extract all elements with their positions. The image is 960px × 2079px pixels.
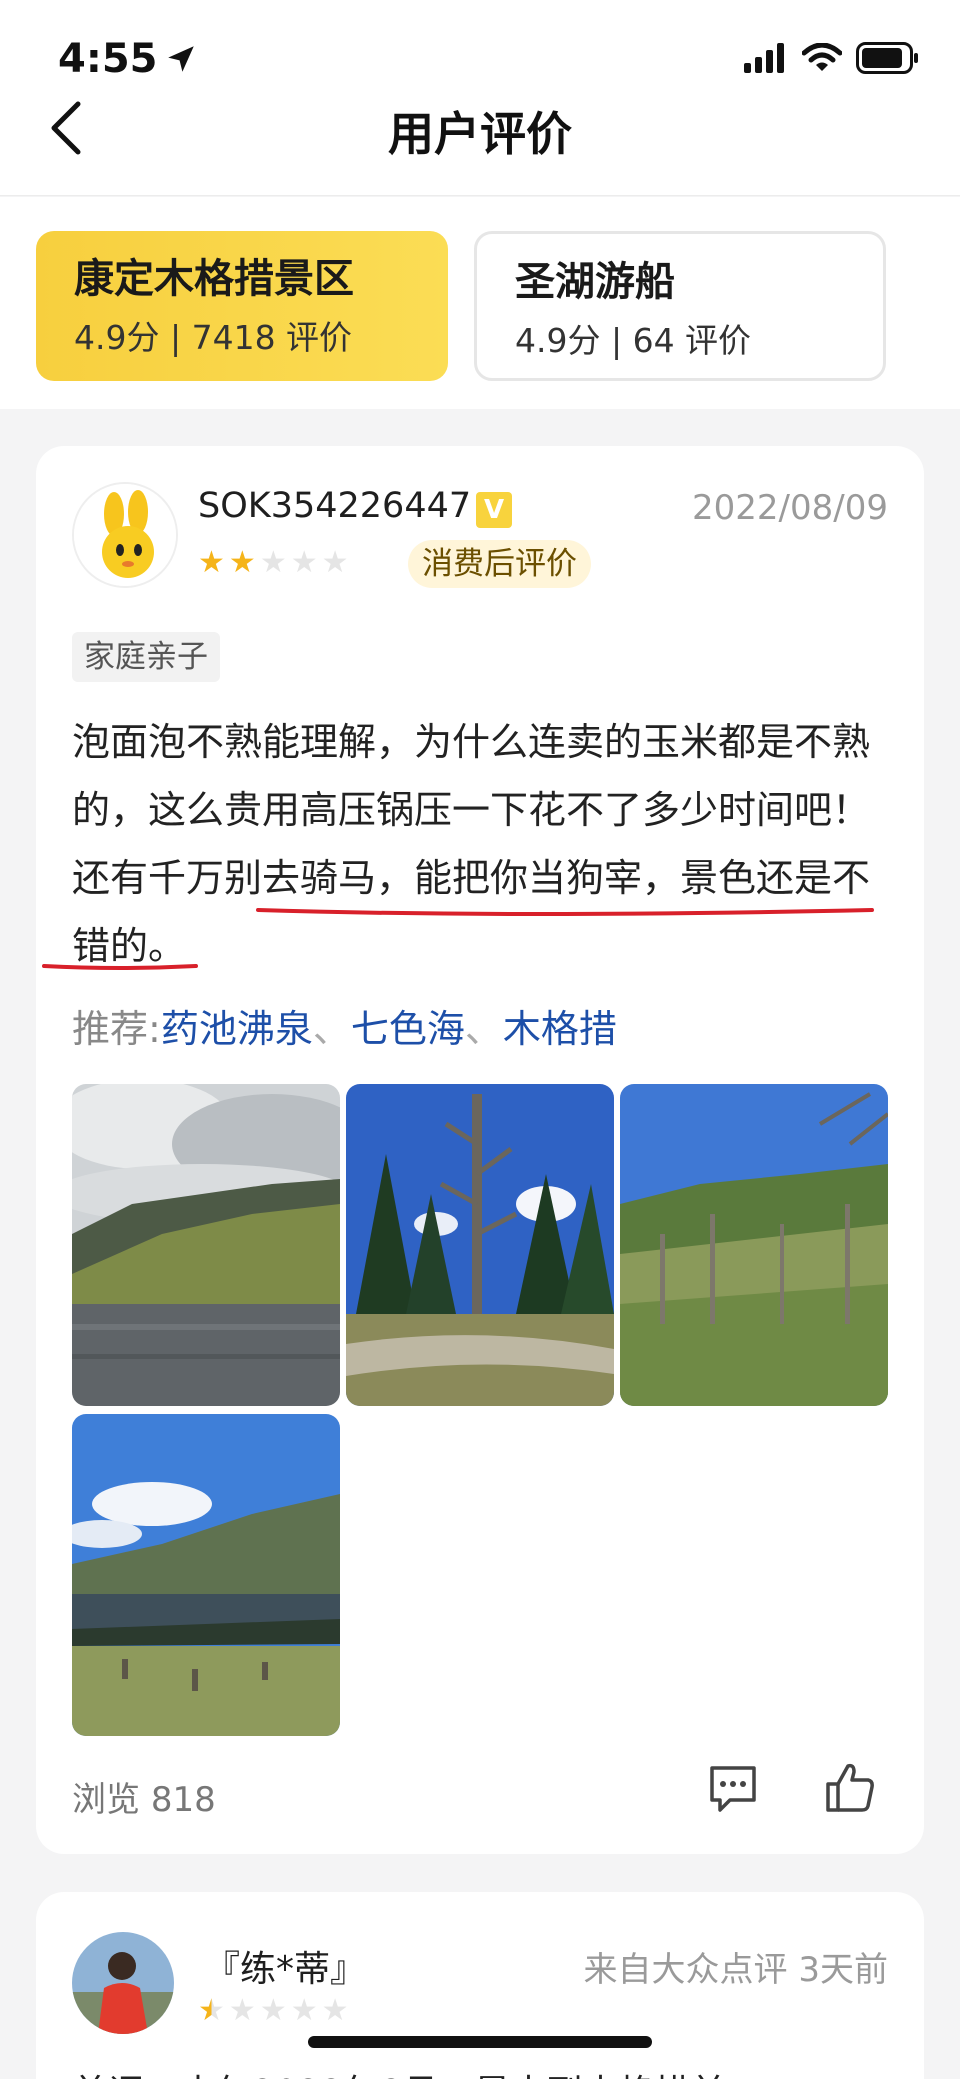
views-label: 浏览 [72,1780,140,1820]
star-filled-icon: ★ [198,545,225,580]
recommend-line: 推荐:药池沸泉、七色海、木格措 [72,998,617,1053]
views-value: 818 [150,1780,216,1820]
source-label: 来自大众点评 [583,1950,788,1990]
recommend-separator: 、 [312,1007,351,1051]
review-tag: 家庭亲子 [72,632,220,682]
time-ago: 3天前 [798,1950,888,1990]
star-rating: ★ ★ ★ ★ ★ [198,546,349,580]
reviewer-name[interactable]: 『练*蒂』 [204,1940,366,1992]
review-source: 来自大众点评 3天前 [584,1942,888,1991]
location-arrow-icon [168,46,194,72]
lake-under-cloudy-sky-image [72,1084,340,1406]
tab-rating-summary: 4.9分 | 7418 评价 [74,318,353,357]
review-text-underlined: 还有千万别去骑马，能把你当狗宰，景 [72,856,719,900]
review-text[interactable]: 首评，去年2022年8月，暑去到木格措前 [72,2064,727,2079]
review-photo-valley[interactable] [72,1414,340,1736]
dead-tree-forest-image [346,1084,614,1406]
cellular-signal-icon [744,43,784,73]
post-purchase-badge: 消费后评价 [408,540,591,588]
status-time: 4:55 [58,36,158,82]
review-photo-forest[interactable] [346,1084,614,1406]
battery-icon [856,42,918,74]
review-text-part: 泡面泡不熟能理解，为什么连卖的玉米都是不熟的，这么贵用高压锅压一下花不了多少时间… [72,720,871,832]
view-count: 浏览 818 [72,1772,216,1821]
avatar[interactable] [72,482,178,588]
tab-mugecuo-scenic-area[interactable]: 康定木格措景区 4.9分 | 7418 评价 [36,231,448,381]
star-empty-icon: ★ [259,545,287,580]
star-empty-icon: ★ [290,1993,318,2028]
person-avatar-image [72,1932,174,2034]
reviewer-name[interactable]: SOK354226447 [198,486,471,526]
recommend-link[interactable]: 药池沸泉 [161,1007,313,1051]
star-empty-icon: ★ [321,545,349,580]
wifi-icon [802,43,842,71]
star-empty-icon: ★ [228,1993,256,2028]
tab-title: 康定木格措景区 [74,256,354,302]
mascot-avatar-image [74,484,176,586]
star-empty-icon: ★ [290,545,318,580]
star-empty-icon: ★ [259,1993,287,2028]
star-half-icon: ★ [198,1993,225,2028]
verified-badge-icon: V [476,492,512,528]
meadow-with-stumps-image [620,1084,888,1406]
avatar[interactable] [72,1932,174,2034]
thumbs-up-icon[interactable] [824,1760,876,1814]
recommend-link[interactable]: 七色海 [351,1007,465,1051]
review-card: 『练*蒂』 来自大众点评 3天前 ★ ★ ★ ★ ★ 首评，去年2022年8月，… [36,1892,924,2079]
star-empty-icon: ★ [321,1993,349,2028]
recommend-label: 推荐: [72,1007,161,1051]
comment-icon[interactable] [706,1762,760,1816]
recommend-separator: 、 [464,1007,503,1051]
page-title: 用户评价 [388,107,572,161]
top-bar: 4:55 用户评价 [0,0,960,196]
lake-and-mountain-meadow-image [72,1414,340,1736]
star-filled-icon: ★ [228,545,256,580]
home-indicator[interactable] [308,2036,652,2048]
review-card: SOK354226447 V 2022/08/09 ★ ★ ★ ★ ★ 消费后评… [36,446,924,1854]
star-rating: ★ ★ ★ ★ ★ [198,1994,349,2028]
attraction-tabs: 康定木格措景区 4.9分 | 7418 评价 圣湖游船 4.9分 | 64 评价 [0,197,960,409]
review-date: 2022/08/09 [692,488,888,528]
tab-title: 圣湖游船 [515,259,675,305]
tab-rating-summary: 4.9分 | 64 评价 [515,321,752,360]
recommend-link[interactable]: 木格措 [503,1007,617,1051]
status-icons [744,42,920,74]
tab-lake-boat[interactable]: 圣湖游船 4.9分 | 64 评价 [474,231,886,381]
review-text[interactable]: 泡面泡不熟能理解，为什么连卖的玉米都是不熟的，这么贵用高压锅压一下花不了多少时间… [72,708,888,980]
review-photo-meadow[interactable] [620,1084,888,1406]
review-photo-lake[interactable] [72,1084,340,1406]
